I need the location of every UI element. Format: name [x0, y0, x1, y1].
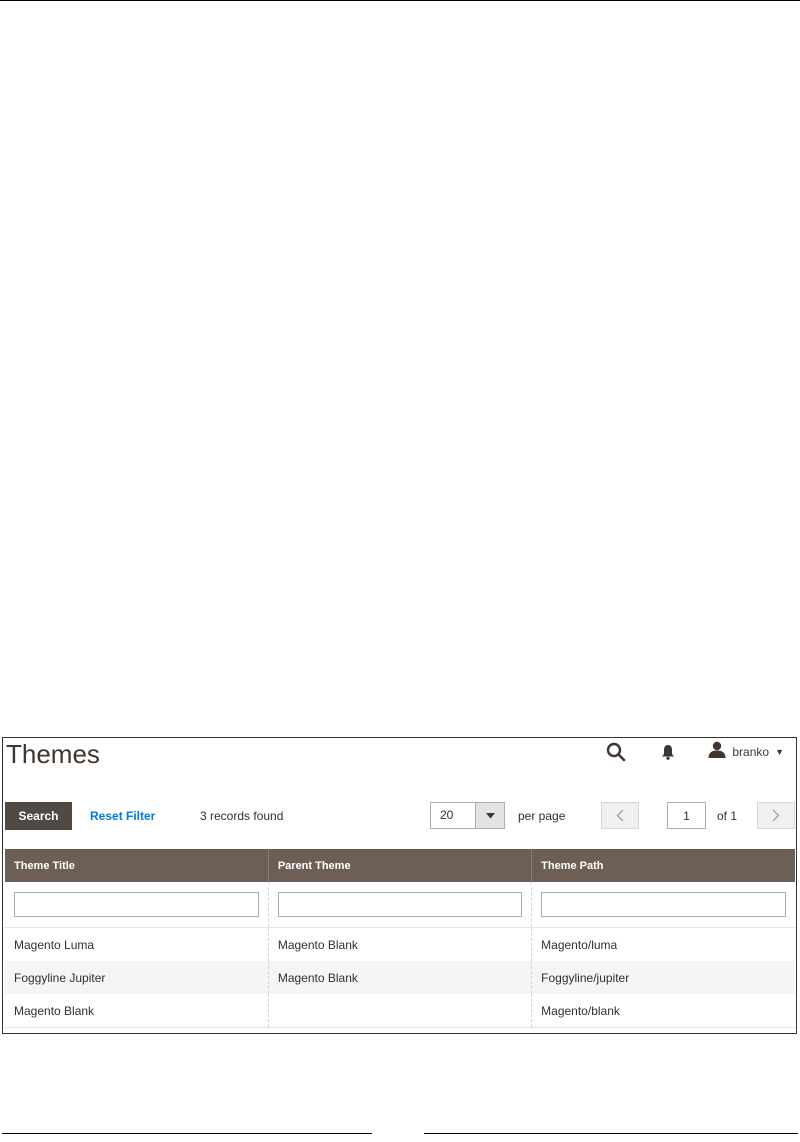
cell-theme-path: Foggyline/jupiter	[531, 961, 795, 994]
page-number-input[interactable]	[667, 802, 706, 829]
bell-icon[interactable]	[658, 740, 678, 764]
table-row[interactable]: Magento Blank Magento/blank	[5, 994, 795, 1028]
reset-filter-link[interactable]: Reset Filter	[90, 809, 155, 823]
column-header-theme-path[interactable]: Theme Path	[531, 849, 795, 882]
parent-theme-filter-input[interactable]	[277, 892, 523, 917]
column-header-theme-title[interactable]: Theme Title	[5, 849, 269, 882]
per-page-label: per page	[518, 809, 566, 823]
cell-theme-path: Magento/luma	[531, 927, 795, 961]
table-row[interactable]: Magento Luma Magento Blank Magento/luma	[5, 927, 795, 961]
cell-theme-title: Magento Blank	[5, 994, 269, 1028]
cell-parent-theme: Magento Blank	[267, 961, 532, 994]
cell-theme-title: Magento Luma	[14, 937, 95, 952]
footer-rule-left	[2, 1133, 372, 1134]
themes-panel: Themes branko ▼ Search Reset Filter 3 re…	[2, 737, 797, 1034]
caret-down-icon: ▼	[775, 747, 784, 757]
per-page-value: 20	[440, 808, 454, 822]
user-icon	[708, 741, 726, 763]
previous-page-button[interactable]	[601, 802, 639, 829]
cell-parent-theme: Magento Blank	[267, 927, 532, 961]
themes-table: Theme Title Parent Theme Theme Path Mage…	[5, 849, 795, 1028]
table-header-row: Theme Title Parent Theme Theme Path	[5, 849, 795, 882]
records-count: 3 records found	[200, 809, 284, 823]
themes-grid: Theme Title Parent Theme Theme Path Mage…	[5, 849, 795, 1028]
chevron-left-icon	[616, 809, 624, 822]
user-menu[interactable]: branko ▼	[708, 741, 784, 763]
top-rule	[0, 0, 800, 1]
user-name: branko	[732, 745, 770, 759]
theme-title-filter-input[interactable]	[14, 892, 259, 917]
chevron-right-icon	[772, 809, 780, 822]
page-total: of 1	[717, 809, 738, 823]
page-title: Themes	[6, 739, 100, 769]
filter-cell	[267, 882, 532, 928]
column-header-parent-theme[interactable]: Parent Theme	[267, 849, 532, 882]
per-page-select[interactable]: 20	[430, 802, 505, 829]
filter-cell	[531, 882, 795, 928]
table-row[interactable]: Foggyline Jupiter Magento Blank Foggylin…	[5, 961, 795, 994]
theme-path-filter-input[interactable]	[541, 892, 786, 917]
cell-parent-theme	[267, 994, 532, 1028]
cell-theme-path: Magento/blank	[531, 994, 795, 1028]
grid-toolbar: Search Reset Filter 3 records found 20 p…	[5, 802, 795, 832]
cell-theme-title: Foggyline Jupiter	[5, 961, 269, 994]
filter-cell	[5, 882, 269, 928]
filter-row	[5, 882, 795, 928]
search-icon[interactable]	[604, 740, 628, 764]
next-page-button[interactable]	[757, 802, 795, 829]
header-actions: branko ▼	[604, 740, 784, 764]
chevron-down-icon[interactable]	[475, 803, 504, 828]
footer-rule-right	[424, 1133, 798, 1134]
search-button[interactable]: Search	[5, 802, 72, 830]
